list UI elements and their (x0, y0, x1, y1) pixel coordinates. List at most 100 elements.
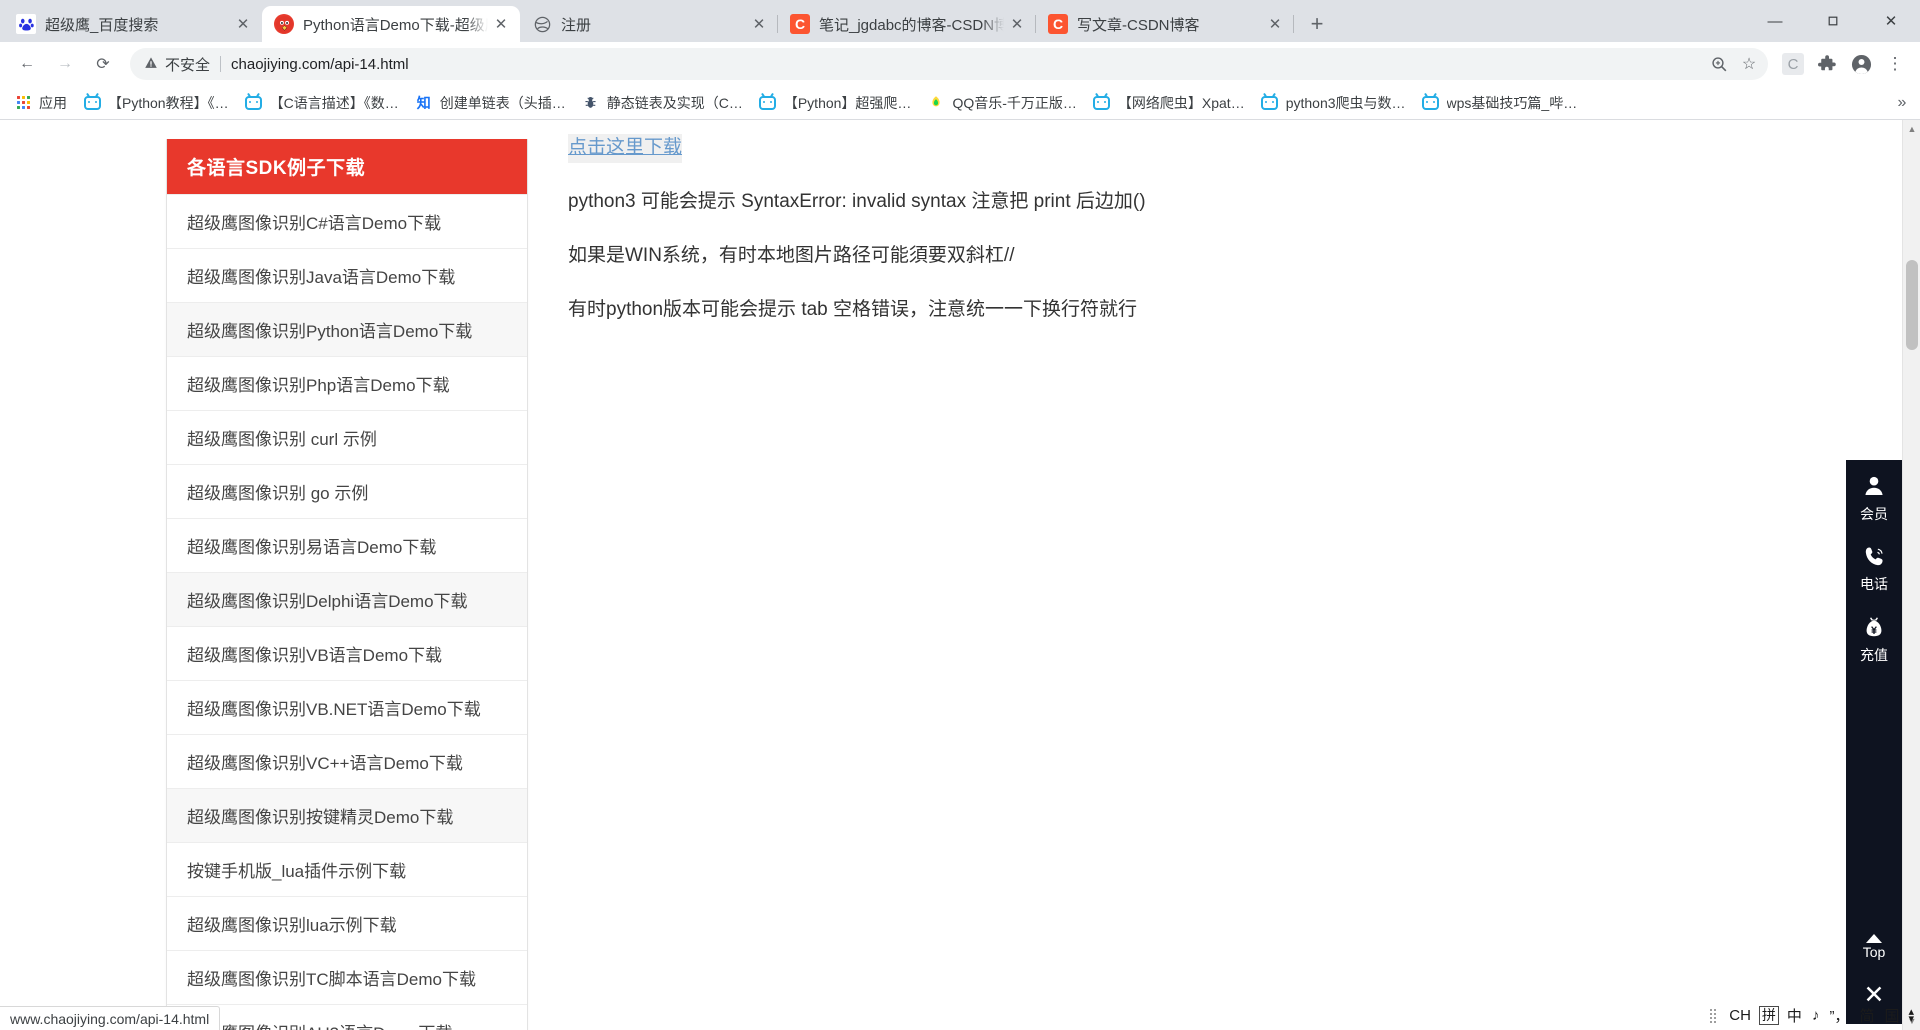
browser-menu-icon[interactable]: ⋮ (1878, 47, 1912, 81)
tab-title: 写文章-CSDN博客 (1077, 16, 1200, 34)
tab-close-icon[interactable]: ✕ (230, 11, 256, 37)
minimize-button[interactable]: — (1746, 0, 1804, 42)
ime-chinese-mode-button[interactable]: 中 (1782, 1005, 1807, 1026)
sdk-list-item[interactable]: 超级鹰图像识别Java语言Demo下载 (167, 248, 527, 302)
page-scrollbar[interactable]: ▲ ▼ (1902, 120, 1920, 1030)
reload-icon[interactable]: ⟳ (84, 45, 122, 83)
apps-grid-icon (14, 94, 32, 112)
sdk-list-item[interactable]: 超级鹰图像识别按键精灵Demo下载 (167, 788, 527, 842)
browser-window: 超级鹰_百度搜索 ✕ Python语言Demo下载-超级鹰… ✕ (0, 0, 1920, 1030)
bilibili-icon (245, 94, 263, 112)
note-paragraph: 如果是WIN系统，有时本地图片路径可能須要双斜杠// (568, 244, 1015, 266)
money-bag-icon (1862, 615, 1886, 643)
scrollbar-thumb[interactable] (1906, 260, 1918, 350)
sdk-list-item[interactable]: 超级鹰图像识别Php语言Demo下载 (167, 356, 527, 410)
browser-tab-register[interactable]: 注册 ✕ (520, 6, 778, 42)
tab-title: 超级鹰_百度搜索 (45, 16, 159, 34)
bookmark-item[interactable]: 【网络爬虫】Xpat… (1085, 90, 1253, 116)
ime-tone-icon[interactable]: ♪ (1807, 1007, 1825, 1024)
back-icon[interactable]: ← (8, 45, 46, 83)
sdk-list-item-python[interactable]: 超级鹰图像识别Python语言Demo下载 (167, 302, 527, 356)
new-tab-button[interactable]: + (1300, 7, 1334, 41)
browser-tab-baidu[interactable]: 超级鹰_百度搜索 ✕ (4, 6, 262, 42)
bilibili-icon (1422, 94, 1440, 112)
maximize-button[interactable] (1804, 0, 1862, 42)
bookmark-item[interactable]: 【C语言描述】《数… (237, 90, 407, 116)
bookmark-item[interactable]: 静态链表及实现（C… (574, 90, 751, 116)
ime-punctuation-button[interactable]: ”， (1824, 1005, 1854, 1026)
zoom-in-icon[interactable] (1704, 49, 1734, 79)
sdk-list-item[interactable]: 超级鹰图像识别AU3语言Demo下载 (167, 1004, 527, 1030)
address-bar[interactable]: 不安全 chaojiying.com/api-14.html ☆ (130, 48, 1768, 80)
bookmark-label: python3爬虫与数… (1285, 94, 1406, 111)
ime-pinyin-button[interactable]: 拼 (1758, 1005, 1779, 1026)
bookmark-item[interactable]: python3爬虫与数… (1253, 90, 1414, 116)
sdk-download-panel: 各语言SDK例子下载 超级鹰图像识别C#语言Demo下载 超级鹰图像识别Java… (166, 139, 528, 1030)
sdk-list-item[interactable]: 超级鹰图像识别Delphi语言Demo下载 (167, 572, 527, 626)
tab-close-icon[interactable]: ✕ (488, 11, 514, 37)
bookmark-item[interactable]: 【Python】超强爬… (751, 90, 920, 116)
sdk-list-item[interactable]: 超级鹰图像识别VB.NET语言Demo下载 (167, 680, 527, 734)
ime-keyboard-icon[interactable]: 国 (1879, 1005, 1904, 1026)
triangle-up-icon (1866, 934, 1882, 944)
sdk-list-item[interactable]: 超级鹰图像识别 curl 示例 (167, 410, 527, 464)
close-window-button[interactable]: ✕ (1862, 0, 1920, 42)
note-paragraph: 有时python版本可能会提示 tab 空格错误，注意统一一下换行符就行 (568, 299, 1138, 321)
status-bar: www.chaojiying.com/api-14.html (0, 1006, 221, 1030)
bookmark-item[interactable]: 【Python教程】《… (75, 90, 237, 116)
ime-drag-handle[interactable] (1710, 1008, 1717, 1023)
window-controls: — ✕ (1746, 0, 1920, 42)
bilibili-icon (1261, 94, 1279, 112)
extensions-puzzle-icon[interactable] (1810, 47, 1844, 81)
download-here-link[interactable]: 点击这里下载 (568, 134, 683, 163)
tab-close-icon[interactable]: ✕ (1262, 11, 1288, 37)
note-paragraph: python3 可能会提示 SyntaxError: invalid synta… (568, 190, 1146, 212)
tab-divider (1293, 15, 1294, 33)
page-viewport: 各语言SDK例子下载 超级鹰图像识别C#语言Demo下载 超级鹰图像识别Java… (0, 120, 1920, 1030)
extension-c-button[interactable]: C (1776, 47, 1810, 81)
bookmark-item[interactable]: wps基础技巧篇_哔… (1414, 90, 1586, 116)
extension-c-icon: C (1782, 53, 1804, 75)
browser-tab-csdn-write[interactable]: C 写文章-CSDN博客 ✕ (1036, 6, 1294, 42)
rail-item-phone[interactable]: 电话 (1846, 545, 1902, 593)
bookmark-item[interactable]: QQ音乐-千万正版… (919, 90, 1084, 116)
profile-avatar-icon[interactable] (1844, 47, 1878, 81)
sdk-list-item[interactable]: 超级鹰图像识别 go 示例 (167, 464, 527, 518)
rail-item-label: 电话 (1860, 575, 1888, 592)
tab-title: 注册 (561, 16, 592, 34)
csdn-icon: C (790, 14, 810, 34)
sdk-list-item[interactable]: 超级鹰图像识别易语言Demo下载 (167, 518, 527, 572)
browser-tab-python-demo[interactable]: Python语言Demo下载-超级鹰… ✕ (262, 6, 520, 42)
rail-back-to-top[interactable]: Top (1846, 934, 1902, 961)
browser-tab-csdn-notes[interactable]: C 笔记_jgdabc的博客-CSDN博客 ✕ (778, 6, 1036, 42)
bookmark-star-icon[interactable]: ☆ (1734, 49, 1764, 79)
sdk-list-item[interactable]: 超级鹰图像识别C#语言Demo下载 (167, 194, 527, 248)
csdn-icon: C (1048, 14, 1068, 34)
sdk-list-item[interactable]: 按键手机版_lua插件示例下载 (167, 842, 527, 896)
bookmark-item[interactable]: 知 创建单链表（头插… (407, 90, 574, 116)
bilibili-icon (1093, 94, 1111, 112)
ime-lang-indicator[interactable]: CH (1724, 1007, 1756, 1024)
sdk-list-item[interactable]: 超级鹰图像识别lua示例下载 (167, 896, 527, 950)
rail-item-recharge[interactable]: 充值 (1846, 615, 1902, 664)
ime-simplified-button[interactable]: 简 (1854, 1005, 1879, 1026)
web-page: 各语言SDK例子下载 超级鹰图像识别C#语言Demo下载 超级鹰图像识别Java… (0, 120, 1902, 1030)
ime-expand-icon[interactable]: ▴ ▾ (1908, 1006, 1914, 1024)
sdk-list-item[interactable]: 超级鹰图像识别TC脚本语言Demo下载 (167, 950, 527, 1004)
hawk-icon (274, 14, 294, 34)
forward-icon[interactable]: → (46, 45, 84, 83)
rail-item-member[interactable]: 会员 (1846, 474, 1902, 523)
bookmark-apps[interactable]: 应用 (6, 90, 75, 116)
bookmark-label: QQ音乐-千万正版… (952, 94, 1077, 111)
rail-top-label: Top (1862, 944, 1886, 961)
sdk-list-item[interactable]: 超级鹰图像识别VB语言Demo下载 (167, 626, 527, 680)
bookmarks-overflow-icon[interactable]: » (1890, 94, 1914, 112)
zhihu-icon: 知 (416, 96, 431, 112)
sdk-list-item[interactable]: 超级鹰图像识别VC++语言Demo下载 (167, 734, 527, 788)
bug-icon (582, 94, 600, 112)
tab-close-icon[interactable]: ✕ (1004, 11, 1030, 37)
article-content: 点击这里下载 python3 可能会提示 SyntaxError: invali… (568, 134, 1862, 326)
ime-toolbar[interactable]: CH 拼 中 ♪ ”， 简 国 ▴ ▾ (1710, 1005, 1914, 1026)
scroll-up-arrow-icon[interactable]: ▲ (1903, 120, 1920, 138)
tab-close-icon[interactable]: ✕ (746, 11, 772, 37)
